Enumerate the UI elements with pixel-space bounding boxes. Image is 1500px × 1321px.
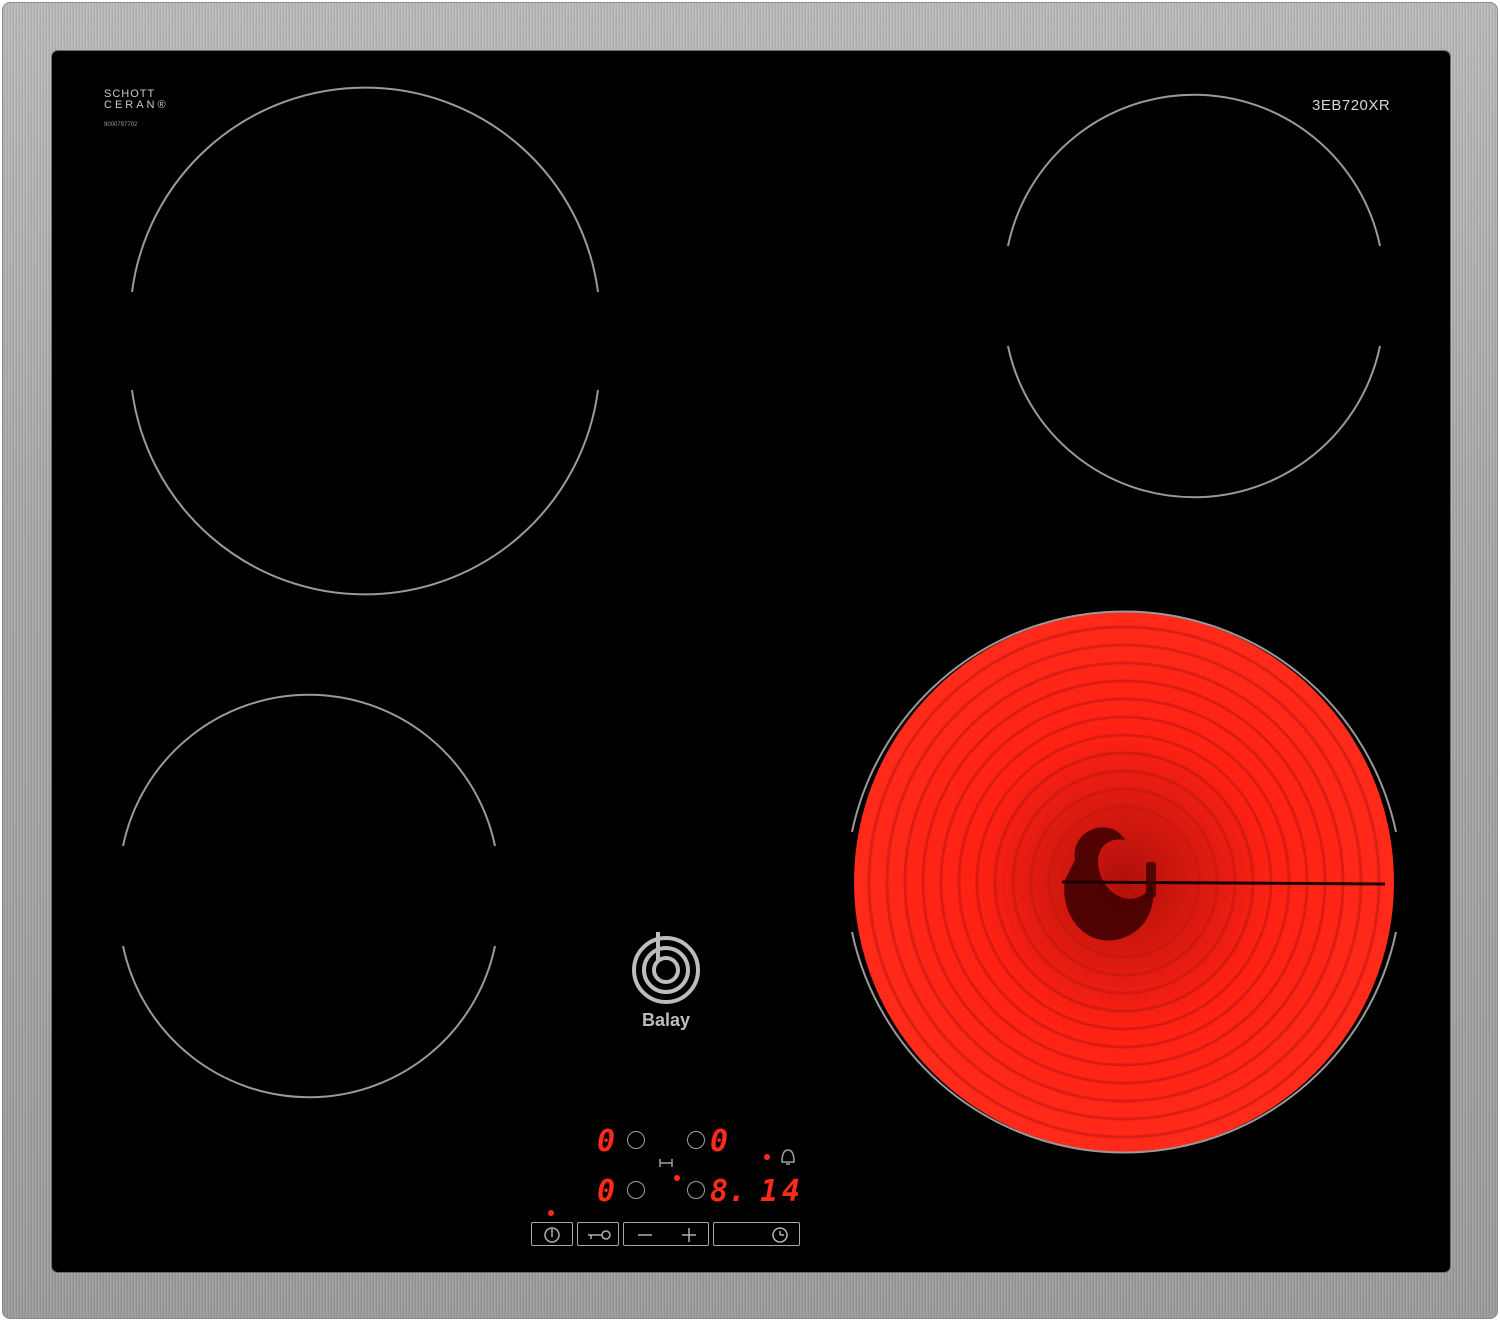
model-number: 3EB720XR xyxy=(1312,97,1391,114)
timer-link-icon xyxy=(659,1159,673,1167)
rear-left-level-display: 0 xyxy=(597,1124,616,1159)
zone-front-right xyxy=(851,610,1397,1154)
front-right-select-ring[interactable] xyxy=(687,1181,705,1199)
power-icon xyxy=(544,1227,560,1243)
rear-left-select-ring[interactable] xyxy=(627,1131,645,1149)
timer-button[interactable] xyxy=(713,1222,800,1246)
plus-icon xyxy=(682,1228,696,1242)
ceran-label: CERAN® xyxy=(104,99,169,111)
cooking-zones xyxy=(122,86,1397,1167)
timer-display: 14 xyxy=(760,1174,805,1209)
clock-icon xyxy=(772,1227,788,1243)
timer-indicator xyxy=(764,1154,770,1160)
bell-icon xyxy=(781,1149,795,1165)
zone-rear-right xyxy=(1007,93,1381,499)
zone-active-indicator xyxy=(674,1175,680,1181)
zone-front-left xyxy=(122,693,496,1099)
balay-logo-icon xyxy=(632,932,700,1004)
rear-right-select-ring[interactable] xyxy=(687,1131,705,1149)
child-lock-button[interactable] xyxy=(577,1222,619,1246)
rear-right-level-display: 0 xyxy=(710,1124,729,1159)
zone-rear-left xyxy=(131,86,599,596)
front-left-level-display: 0 xyxy=(597,1174,616,1209)
brand-name: Balay xyxy=(641,1010,691,1030)
front-left-select-ring[interactable] xyxy=(627,1181,645,1199)
power-indicator xyxy=(548,1210,554,1216)
front-right-level-display: 8. xyxy=(710,1174,747,1209)
power-level-slider[interactable] xyxy=(623,1222,709,1246)
power-button[interactable] xyxy=(531,1222,573,1246)
key-icon xyxy=(588,1230,611,1240)
serial-number: 9000797702 xyxy=(104,122,138,128)
